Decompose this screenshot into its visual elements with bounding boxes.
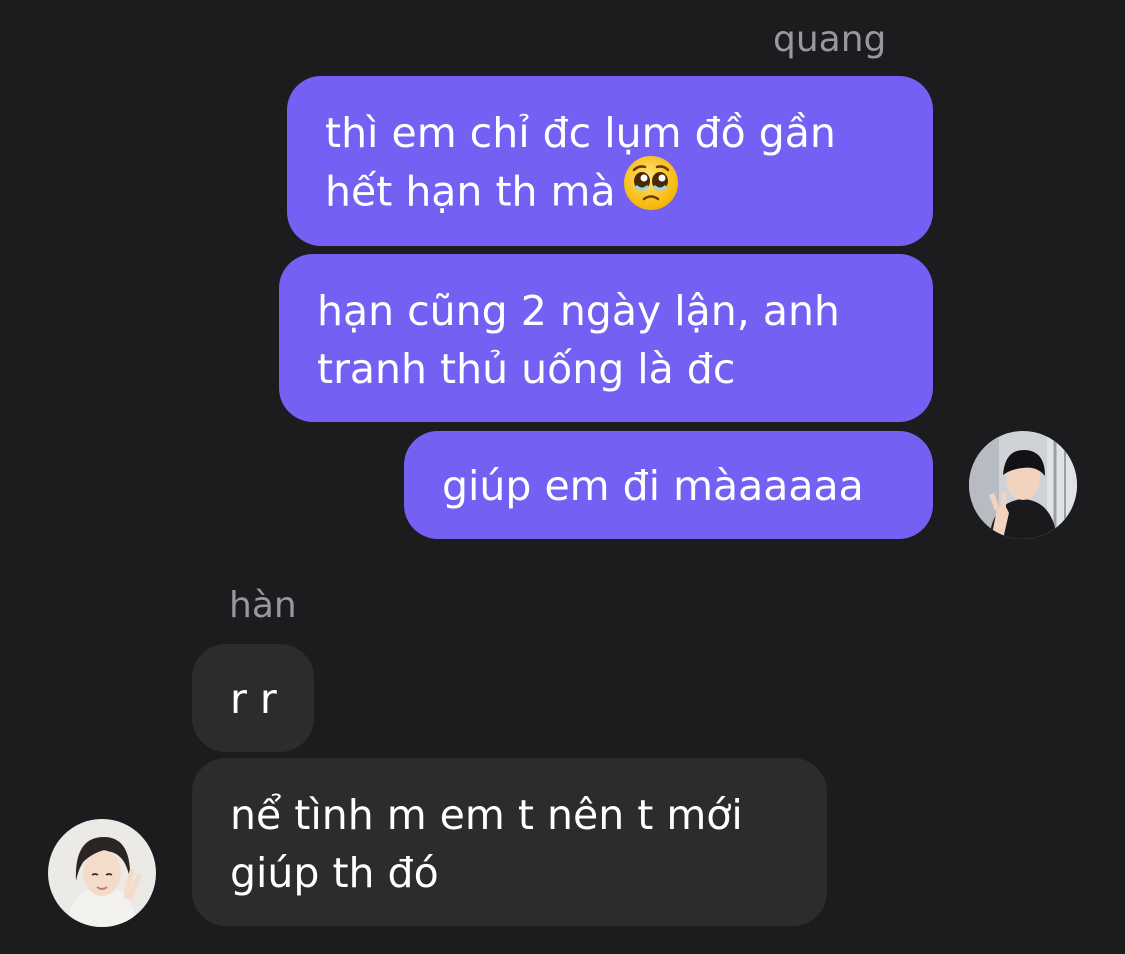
- message-text-line: giúp th đó: [230, 849, 439, 897]
- message-text-line: hết hạn th mà: [325, 156, 933, 227]
- message-bubble-outgoing[interactable]: hạn cũng 2 ngày lận, anh tranh thủ uống …: [279, 254, 933, 422]
- message-text-line: giúp em đi màaaaaa: [442, 462, 864, 510]
- sender-name-quang: quang: [773, 19, 887, 60]
- sender-name-han: hàn: [229, 585, 297, 626]
- message-text-line: tranh thủ uống là đc: [317, 345, 736, 393]
- message-text-line: r r: [230, 675, 277, 723]
- message-bubble-outgoing[interactable]: thì em chỉ đc lụm đồ gần hết hạn th mà: [287, 76, 933, 246]
- message-bubble-incoming[interactable]: nể tình m em t nên t mới giúp th đó: [192, 758, 827, 926]
- avatar-han[interactable]: [48, 819, 156, 927]
- message-text-line: hạn cũng 2 ngày lận, anh: [317, 287, 840, 335]
- message-bubble-incoming[interactable]: r r: [192, 644, 314, 752]
- pleading-face-icon: [622, 154, 680, 227]
- message-bubble-outgoing[interactable]: giúp em đi màaaaaa: [404, 431, 933, 539]
- avatar-quang[interactable]: [969, 431, 1077, 539]
- message-text-line: nể tình m em t nên t mới: [230, 791, 743, 839]
